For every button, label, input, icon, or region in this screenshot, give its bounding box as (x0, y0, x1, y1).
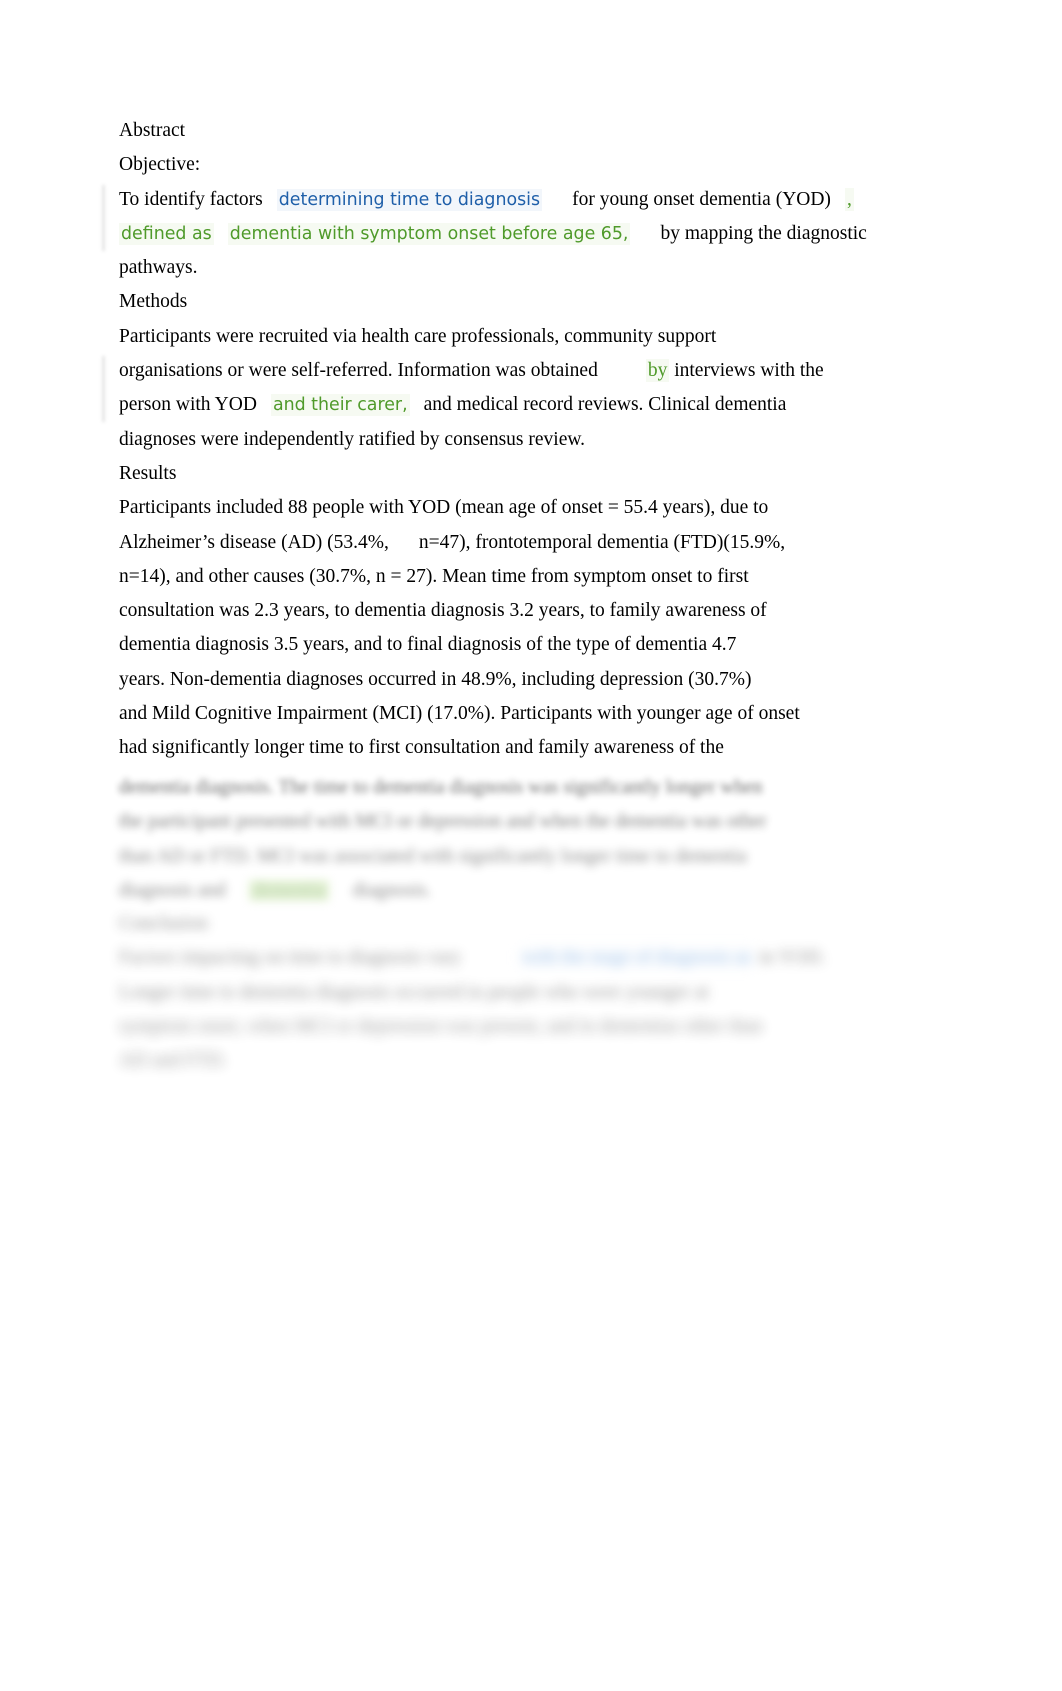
change-bar (102, 355, 105, 422)
results-text-7: and Mild Cognitive Impairment (MCI) (17.… (119, 703, 800, 725)
methods-text-3b: and medical record reviews. Clinical dem… (423, 394, 787, 416)
insertion-and-their-carer[interactable]: and their carer, (270, 394, 410, 417)
results-text-6: years. Non-dementia diagnoses occurred i… (119, 668, 752, 690)
blurred-insertion-stage[interactable]: with the stage of diagnosis as (519, 947, 755, 969)
blurred-results-continuation: dementia diagnosis. The time to dementia… (119, 771, 919, 908)
blurred-text-b: in YOD. (759, 947, 826, 969)
heading-abstract: Abstract (119, 114, 909, 148)
change-bar (102, 184, 105, 251)
methods-text-3a: person with YOD (119, 394, 257, 416)
heading-results: Results (119, 457, 909, 491)
results-text-5: dementia diagnosis 3.5 years, and to fin… (119, 634, 737, 656)
objective-text-a: To identify factors (119, 188, 263, 210)
blurred-line: the participant presented with MCI or de… (119, 811, 767, 833)
paragraph-objective: To identify factors determining time to d… (102, 183, 909, 286)
blurred-text-b: diagnosis. (352, 879, 432, 901)
document-body: Abstract Objective: To identify factors d… (102, 114, 909, 766)
results-text-2b: n=47), frontotemporal dementia (FTD)(15.… (418, 531, 786, 553)
heading-abstract-text: Abstract (119, 120, 186, 141)
methods-text-2a: organisations or were self-referred. Inf… (119, 360, 598, 382)
heading-methods: Methods (119, 285, 909, 319)
blurred-line: than AD or FTD. MCI was associated with … (119, 845, 747, 867)
heading-results-text: Results (119, 462, 177, 484)
methods-text-1: Participants were recruited via health c… (119, 325, 717, 347)
paragraph-results: Participants included 88 people with YOD… (119, 491, 909, 765)
blurred-heading-conclusion: Conclusion (119, 913, 208, 934)
insertion-defined-as[interactable]: defined as (119, 222, 214, 245)
blurred-line: symptom onset, when MCI or depression wa… (119, 1015, 763, 1037)
insertion-determining-time[interactable]: determining time to diagnosis (276, 188, 543, 211)
paragraph-methods: Participants were recruited via health c… (102, 320, 909, 457)
blurred-conclusion: Conclusion Factors impacting on time to … (119, 907, 919, 1078)
blurred-line: dementia diagnosis. The time to dementia… (119, 777, 763, 798)
heading-methods-text: Methods (119, 291, 188, 313)
objective-text-b: for young onset dementia (YOD) (572, 188, 831, 210)
blurred-line-with-insertion: Factors impacting on time to diagnosis v… (119, 941, 919, 975)
methods-text-2b: interviews with the (674, 360, 824, 382)
results-text-3: n=14), and other causes (30.7%, n = 27).… (119, 565, 749, 587)
document-page: Abstract Objective: To identify factors d… (0, 0, 1062, 1691)
heading-objective: Objective: (119, 148, 909, 182)
objective-text-d: pathways. (119, 257, 198, 279)
objective-text-c: by mapping the diagnostic (660, 222, 867, 244)
insertion-comma[interactable]: , (844, 187, 854, 211)
heading-objective-text: Objective: (119, 154, 201, 176)
results-text-2a: Alzheimer’s disease (AD) (53.4%, (119, 531, 389, 553)
blurred-line: AD and FTD. (119, 1050, 227, 1072)
blurred-text-a: diagnosis and (119, 879, 226, 901)
methods-text-4: diagnoses were independently ratified by… (119, 428, 586, 450)
blurred-line: Longer time to dementia diagnosis occurr… (119, 981, 709, 1003)
insertion-by[interactable]: by (645, 359, 670, 383)
blurred-text-a: Factors impacting on time to diagnosis v… (119, 947, 462, 969)
results-text-4: consultation was 2.3 years, to dementia … (119, 600, 767, 622)
results-text-8: had significantly longer time to first c… (119, 737, 724, 759)
blurred-line-with-highlight: diagnosis and dementia diagnosis. (119, 874, 919, 908)
insertion-dementia-onset-65[interactable]: dementia with symptom onset before age 6… (227, 222, 631, 245)
results-text-1: Participants included 88 people with YOD… (119, 497, 769, 519)
highlight-dementia[interactable]: dementia (249, 879, 329, 901)
